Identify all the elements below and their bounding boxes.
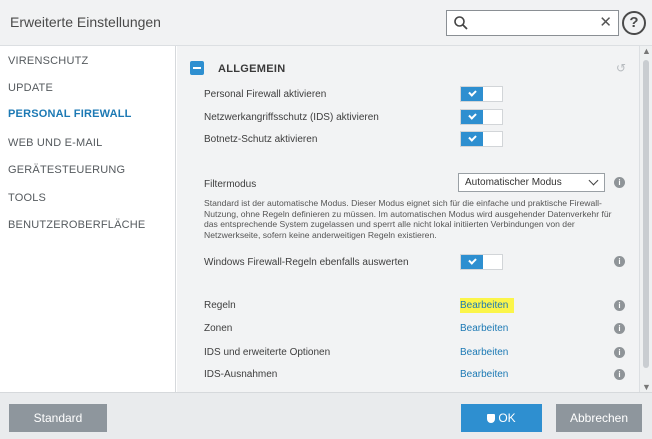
label-ids-exceptions: IDS-Ausnahmen (204, 369, 278, 380)
settings-panel: ALLGEMEIN ↺ Personal Firewall aktivieren… (177, 46, 639, 392)
toggle-windows-rules[interactable] (460, 254, 503, 270)
window-title: Erweiterte Einstellungen (10, 14, 161, 30)
section-header-allgemein[interactable]: ALLGEMEIN ↺ (190, 58, 628, 80)
ok-button-label: OK (498, 411, 516, 425)
filtermode-selected: Automatischer Modus (465, 177, 562, 188)
info-icon[interactable]: i (614, 323, 625, 334)
sidebar-item-update[interactable]: UPDATE (8, 82, 53, 94)
toggle-on-indicator (461, 110, 483, 124)
info-icon[interactable]: i (614, 300, 625, 311)
chevron-down-icon (588, 175, 599, 186)
sidebar: VIRENSCHUTZ UPDATE PERSONAL FIREWALL WEB… (0, 46, 176, 392)
sidebar-item-benutzeroberflaeche[interactable]: BENUTZEROBERFLÄCHE (8, 219, 145, 231)
title-bar: Erweiterte Einstellungen ✕ ? (0, 0, 652, 46)
label-personal-firewall: Personal Firewall aktivieren (204, 89, 327, 100)
sidebar-item-virenschutz[interactable]: VIRENSCHUTZ (8, 55, 88, 67)
info-icon[interactable]: i (614, 347, 625, 358)
edit-zonen-link[interactable]: Bearbeiten (460, 323, 508, 334)
toggle-on-indicator (461, 87, 483, 101)
toggle-on-indicator (461, 255, 483, 269)
label-windows-rules: Windows Firewall-Regeln ebenfalls auswer… (204, 257, 409, 268)
bottom-bar: Standard OK Abbrechen (0, 392, 652, 439)
scroll-up-icon[interactable]: ▲ (642, 46, 651, 56)
info-icon[interactable]: i (614, 256, 625, 267)
clear-search-icon[interactable]: ✕ (599, 14, 612, 32)
section-title: ALLGEMEIN (218, 63, 286, 75)
search-box[interactable]: ✕ (446, 10, 619, 36)
info-icon[interactable]: i (614, 369, 625, 380)
cancel-button[interactable]: Abbrechen (556, 404, 642, 432)
toggle-ids[interactable] (460, 109, 503, 125)
toggle-on-indicator (461, 132, 483, 146)
shield-icon (487, 414, 496, 423)
label-ids-options: IDS und erweiterte Optionen (204, 347, 331, 358)
label-regeln: Regeln (204, 300, 236, 311)
label-ids: Netzwerkangriffsschutz (IDS) aktivieren (204, 112, 379, 123)
sidebar-item-personal-firewall[interactable]: PERSONAL FIREWALL (8, 108, 132, 120)
filtermode-select[interactable]: Automatischer Modus (458, 173, 605, 192)
label-botnet: Botnetz-Schutz aktivieren (204, 134, 318, 145)
scrollbar[interactable]: ▲ ▼ (639, 46, 652, 392)
sidebar-item-web-und-email[interactable]: WEB UND E-MAIL (8, 137, 102, 149)
search-input[interactable] (471, 14, 591, 32)
filtermode-description: Standard ist der automatische Modus. Die… (204, 198, 612, 240)
scroll-down-icon[interactable]: ▼ (642, 382, 651, 392)
search-icon (454, 16, 468, 30)
edit-ids-options-link[interactable]: Bearbeiten (460, 347, 508, 358)
sidebar-item-geraetesteuerung[interactable]: GERÄTESTEUERUNG (8, 164, 125, 176)
standard-button[interactable]: Standard (9, 404, 107, 432)
label-filtermode: Filtermodus (204, 179, 257, 190)
sidebar-item-tools[interactable]: TOOLS (8, 192, 46, 204)
reset-icon[interactable]: ↺ (616, 61, 626, 75)
help-icon[interactable]: ? (622, 11, 646, 35)
edit-regeln-link[interactable]: Bearbeiten (460, 298, 515, 313)
toggle-personal-firewall[interactable] (460, 86, 503, 102)
ok-button[interactable]: OK (461, 404, 542, 432)
edit-regeln-text[interactable]: Bearbeiten (460, 298, 515, 313)
scrollbar-thumb[interactable] (643, 60, 649, 368)
toggle-botnet[interactable] (460, 131, 503, 147)
edit-ids-exceptions-link[interactable]: Bearbeiten (460, 369, 508, 380)
info-icon[interactable]: i (614, 177, 625, 188)
collapse-icon[interactable] (190, 61, 204, 75)
label-zonen: Zonen (204, 323, 233, 334)
